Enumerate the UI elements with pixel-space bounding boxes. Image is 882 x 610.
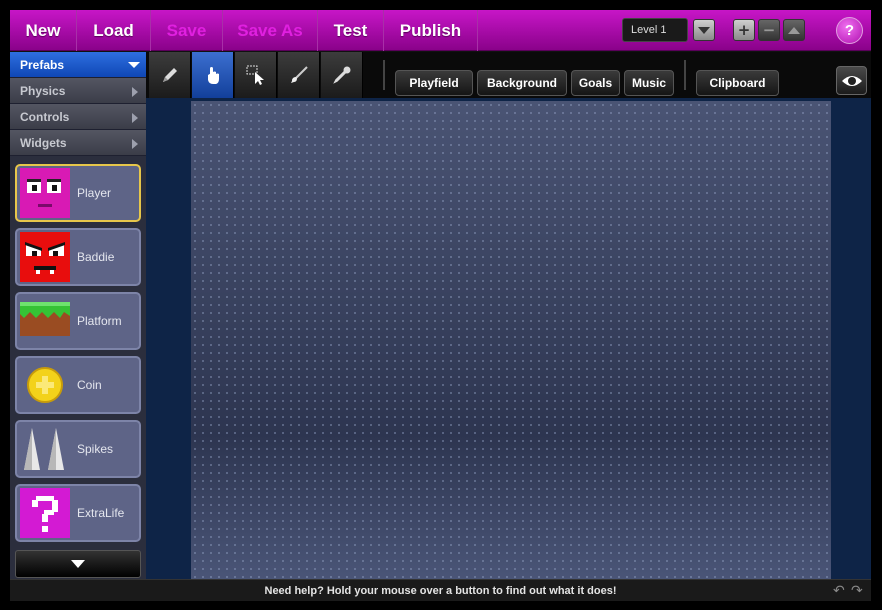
scroll-down-button[interactable] [15,550,141,578]
chevron-right-icon [132,87,138,97]
spikes-icon [20,424,70,474]
select-tool[interactable] [235,52,277,98]
brush-icon [290,66,308,83]
eyedropper-icon [332,66,350,84]
prefab-baddie[interactable]: Baddie [15,228,141,286]
category-label: Physics [20,83,66,98]
new-button[interactable]: New [10,10,77,51]
platform-icon [20,296,70,346]
prefab-player[interactable]: Player [15,164,141,222]
chevron-down-icon [698,26,710,34]
hand-icon [207,67,219,84]
move-level-up-button[interactable] [783,19,805,41]
plus-icon: + [737,21,751,39]
minus-icon: − [762,21,776,39]
question-mark-icon [20,488,70,538]
test-button[interactable]: Test [318,10,384,51]
toolbar-divider [684,60,686,90]
top-menu-bar: New Load Save Save As Test Publish Level… [10,10,871,51]
arrow-down-icon [71,560,85,568]
category-widgets[interactable]: Widgets [10,130,146,156]
prefab-spikes[interactable]: Spikes [15,420,141,478]
tab-goals[interactable]: Goals [571,70,620,96]
playfield-canvas[interactable] [191,101,831,579]
pencil-icon [162,68,177,82]
load-button[interactable]: Load [77,10,151,51]
prefab-extralife[interactable]: ExtraLife [15,484,141,542]
chevron-right-icon [132,113,138,123]
eye-icon [841,75,862,86]
category-controls[interactable]: Controls [10,104,146,130]
status-bar: Need help? Hold your mouse over a button… [10,579,871,601]
category-label: Controls [20,109,70,124]
coin-icon [20,360,70,410]
hand-tool[interactable] [192,52,234,98]
category-label: Prefabs [20,57,65,72]
player-icon [20,168,70,218]
category-physics[interactable]: Physics [10,78,146,104]
toolbar-divider [383,60,385,90]
toolbar: Playfield Background Goals Music Clipboa… [146,52,871,98]
canvas-area [146,98,871,579]
help-hint-text: Need help? Hold your mouse over a button… [264,584,617,597]
arrow-up-icon [788,26,800,34]
help-button[interactable]: ? [836,17,863,44]
level-dropdown-button[interactable] [693,19,715,41]
prefab-label: Player [77,186,112,200]
remove-level-button[interactable]: − [758,19,780,41]
preview-toggle-button[interactable] [836,66,867,95]
sidebar: Prefabs Physics Controls Widgets Player … [10,52,146,579]
prefab-label: Platform [77,314,122,328]
prefab-label: Coin [77,378,102,392]
prefab-coin[interactable]: Coin [15,356,141,414]
prefab-platform[interactable]: Platform [15,292,141,350]
chevron-down-icon [128,62,140,68]
tab-music[interactable]: Music [624,70,674,96]
prefab-label: Spikes [77,442,114,456]
undo-icon[interactable]: ↶ [833,583,849,599]
prefab-list: Player Baddie Platform Coin Spikes Extra… [10,158,146,579]
chevron-right-icon [132,139,138,149]
prefab-label: Baddie [77,250,115,264]
category-label: Widgets [20,135,67,150]
category-prefabs[interactable]: Prefabs [10,52,146,78]
brush-tool[interactable] [278,52,320,98]
tab-background[interactable]: Background [477,70,567,96]
eyedropper-tool[interactable] [321,52,363,98]
tab-clipboard[interactable]: Clipboard [696,70,779,96]
add-level-button[interactable]: + [733,19,755,41]
pencil-tool[interactable] [149,52,191,98]
level-select[interactable]: Level 1 [622,18,688,42]
save-as-button[interactable]: Save As [223,10,318,51]
redo-icon[interactable]: ↷ [851,583,867,599]
save-button[interactable]: Save [151,10,223,51]
select-icon [246,65,264,85]
tab-playfield[interactable]: Playfield [395,70,473,96]
prefab-label: ExtraLife [77,506,125,520]
baddie-icon [20,232,70,282]
level-editor-app: New Load Save Save As Test Publish Level… [10,10,871,601]
publish-button[interactable]: Publish [384,10,478,51]
